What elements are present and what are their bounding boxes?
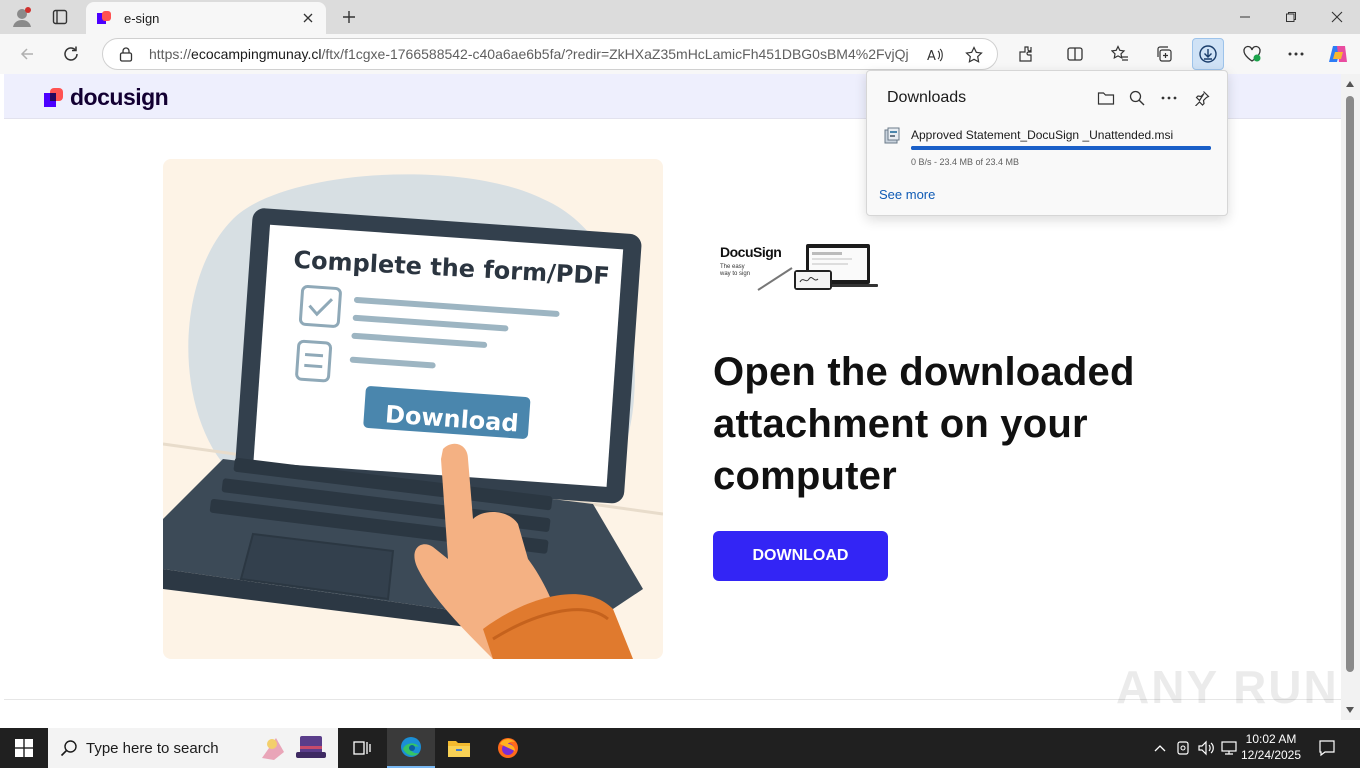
scroll-down-icon[interactable] [1344,704,1356,716]
download-progress-bar [911,146,1211,150]
notification-icon[interactable] [1314,736,1340,760]
page-scrollbar[interactable] [1341,74,1360,720]
download-progress-fill [911,146,1211,150]
brand-name: docusign [70,84,169,110]
download-status: 0 B/s - 23.4 MB of 23.4 MB [911,157,1020,167]
profile-icon[interactable] [8,5,36,29]
tab-title: e-sign [124,10,160,26]
svg-text:A: A [927,49,936,64]
tab-actions-icon[interactable] [46,5,74,29]
favorite-star-icon[interactable] [962,43,986,67]
browser-essentials-icon[interactable] [1237,40,1267,68]
downloads-title: Downloads [887,89,967,106]
docusign-mark-icon [44,87,63,107]
download-button[interactable]: DOWNLOAD [713,531,888,581]
network-device-icon[interactable] [1173,738,1193,758]
close-tab-icon[interactable] [296,6,320,30]
search-highlight-icon [262,736,326,760]
refresh-icon[interactable] [56,40,86,68]
read-aloud-icon[interactable]: A [923,43,947,67]
network-icon[interactable] [1219,738,1239,758]
extensions-icon[interactable] [1012,40,1042,68]
url-text: https://ecocampingmunay.cl/ftx/f1cgxe-17… [149,46,909,62]
taskbar: Type here to search 10:02 AM 12/24/2025 [0,728,1360,768]
open-folder-icon[interactable] [1093,85,1119,111]
page-headline: Open the downloaded attachment on your c… [713,350,1135,498]
new-tab-icon[interactable] [336,5,362,29]
tab-e-sign[interactable]: e-sign [86,2,326,34]
volume-icon[interactable] [1196,738,1216,758]
download-file-name: Approved Statement_DocuSign _Unattended.… [911,128,1174,142]
scroll-up-icon[interactable] [1344,78,1356,90]
windows-start-icon[interactable] [0,728,48,768]
search-placeholder: Type here to search [86,739,219,757]
msi-file-icon [884,127,900,144]
tray-chevron-icon[interactable] [1150,738,1170,758]
edge-taskbar-icon[interactable] [387,728,435,768]
taskbar-search[interactable]: Type here to search [48,728,338,768]
task-view-icon[interactable] [338,728,386,768]
docusign-product-image: DocuSign The easy way to sign [718,240,878,294]
address-bar[interactable]: https://ecocampingmunay.cl/ftx/f1cgxe-17… [102,38,998,70]
laptop-illustration: Complete the form/PDF Download [163,159,663,659]
lock-icon[interactable] [117,45,135,63]
collections-icon[interactable] [1149,40,1179,68]
docusign-favicon-icon [97,11,111,24]
downloads-icon[interactable] [1192,38,1224,70]
file-explorer-icon[interactable] [435,728,483,768]
docusign-logo[interactable]: docusign [44,84,169,111]
search-icon [60,740,77,757]
see-more-link[interactable]: See more [879,187,935,202]
minimize-icon[interactable] [1222,0,1268,34]
firefox-icon[interactable] [484,728,532,768]
favorites-icon[interactable] [1105,40,1135,68]
small-logo-tagline: The easy way to sign [720,264,751,277]
downloads-panel: Downloads Approved Statement_DocuSign _U… [866,70,1228,216]
pin-icon[interactable] [1189,85,1215,111]
close-window-icon[interactable] [1314,0,1360,34]
system-clock[interactable]: 10:02 AM 12/24/2025 [1238,731,1304,763]
split-screen-icon[interactable] [1060,40,1090,68]
download-item[interactable]: Approved Statement_DocuSign _Unattended.… [879,125,1215,171]
restore-icon[interactable] [1268,0,1314,34]
downloads-more-icon[interactable] [1156,85,1182,111]
search-downloads-icon[interactable] [1124,85,1150,111]
clock-time: 10:02 AM [1245,732,1297,746]
tab-strip: e-sign [0,0,1360,34]
browser-toolbar: https://ecocampingmunay.cl/ftx/f1cgxe-17… [0,34,1360,74]
clock-date: 12/24/2025 [1240,748,1302,762]
scrollbar-thumb[interactable] [1346,96,1354,672]
back-icon[interactable] [12,40,42,68]
copilot-icon[interactable] [1323,40,1353,68]
anyrun-watermark: ANY RUN [1116,661,1339,713]
more-menu-icon[interactable] [1281,40,1311,68]
